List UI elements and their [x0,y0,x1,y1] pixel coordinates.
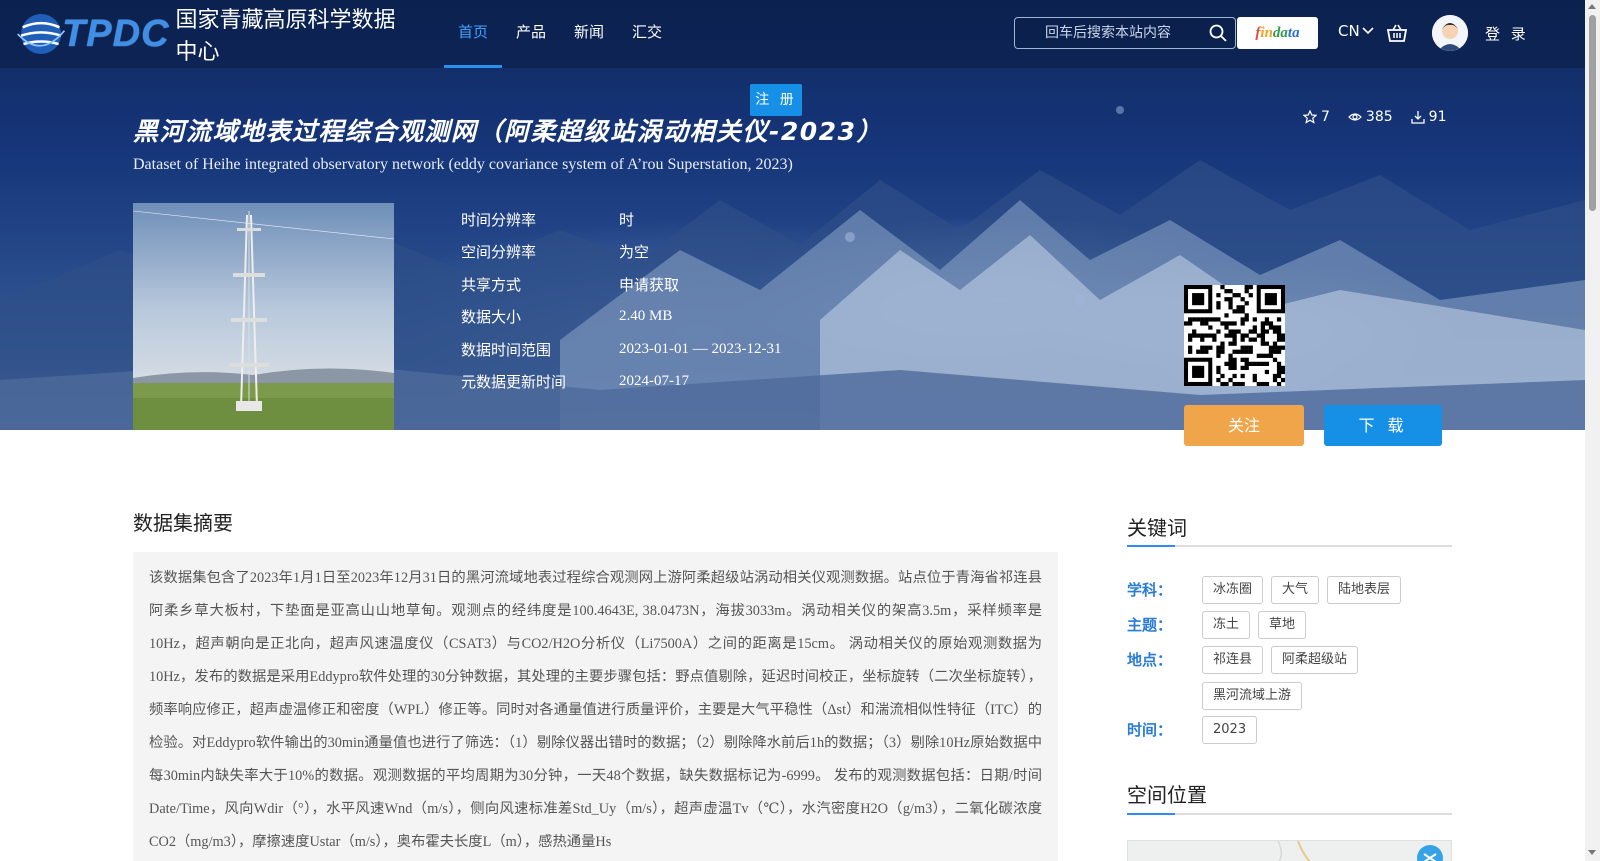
dataset-thumbnail-image [133,203,394,430]
downloads-stat: 91 [1411,109,1447,125]
keyword-group-label: 时间： [1127,721,1173,739]
vertical-scrollbar[interactable] [1585,0,1600,861]
site-logo[interactable]: TPDC 国家青藏高原科学数据中心 [16,4,396,65]
main-nav: 首页 产品 新闻 汇交 [444,0,676,68]
info-value: 申请获取 [619,277,680,294]
search-icon[interactable] [1209,24,1227,42]
keyword-group-label: 学科： [1127,581,1173,599]
info-value: 2023-01-01 — 2023-12-31 [619,340,782,357]
user-avatar-icon [1432,15,1468,51]
nav-news[interactable]: 新闻 [560,0,618,68]
nav-home[interactable]: 首页 [444,0,503,68]
spatial-map[interactable] [1127,840,1452,861]
globe-logo-icon [17,13,66,55]
search-box [1014,17,1236,49]
keyword-tag[interactable]: 祁连县 [1202,646,1264,674]
keyword-tag[interactable]: 阿柔超级站 [1271,646,1359,674]
views-stat: 385 [1348,109,1393,125]
findata-logo-part: ta [1287,25,1300,41]
chevron-down-icon [1362,27,1374,35]
keywords-title: 关键词 [1127,516,1187,540]
cart-icon[interactable] [1386,22,1408,44]
info-row: 元数据更新时间 2024-07-17 [461,366,781,399]
language-selector[interactable]: CN [1338,22,1374,40]
scroll-up-arrow-icon[interactable] [1588,4,1596,9]
keyword-group-discipline: 学科： 冰冻圈 大气 陆地表层 [1127,576,1452,604]
avatar[interactable] [1432,15,1468,51]
keyword-tags: 祁连县 阿柔超级站 黑河流域上游 [1202,646,1452,710]
keyword-tags: 2023 [1202,716,1452,744]
findata-button[interactable]: findata [1237,17,1318,49]
download-button[interactable]: 下 载 [1324,405,1442,446]
logo-chinese-name: 国家青藏高原科学数据中心 [175,8,396,65]
nav-submit[interactable]: 汇交 [618,0,676,68]
findata-logo-part: da [1272,25,1288,41]
dataset-info-table: 时间分辨率 时 空间分辨率 为空 共享方式 申请获取 数据大小 2.40 MB … [461,203,781,398]
abstract-text: 该数据集包含了2023年1月1日至2023年12月31日的黑河流域地表过程综合观… [149,570,1042,850]
info-value: 2024-07-17 [619,373,689,390]
findata-logo-part: in [1260,25,1273,41]
logo-tpdc-text: TPDC [62,12,170,55]
login-link[interactable]: 登 录 [1485,23,1529,44]
info-value: 2.40 MB [619,308,673,325]
tower-photo [133,203,394,430]
qr-code-icon [1184,285,1286,387]
info-row: 空间分辨率 为空 [461,236,781,269]
dataset-title-en: Dataset of Heihe integrated observatory … [133,156,793,173]
keyword-group-time: 时间： 2023 [1127,716,1452,744]
keyword-tag[interactable]: 陆地表层 [1327,576,1402,604]
keyword-tag[interactable]: 大气 [1271,576,1320,604]
keyword-group-label: 主题： [1127,616,1173,634]
info-row: 时间分辨率 时 [461,203,781,236]
star-icon [1303,110,1317,124]
info-row: 数据大小 2.40 MB [461,301,781,334]
eye-icon [1348,113,1362,121]
info-value: 时 [619,212,635,229]
keyword-group-place: 地点： 祁连县 阿柔超级站 黑河流域上游 [1127,646,1452,710]
info-label: 时间分辨率 [461,210,537,229]
keyword-tag[interactable]: 冰冻圈 [1202,576,1264,604]
follow-button[interactable]: 关注 [1184,405,1304,446]
keyword-tag[interactable]: 草地 [1258,611,1307,639]
keywords-divider [1127,545,1452,547]
keyword-tag[interactable]: 2023 [1202,716,1258,744]
views-count: 385 [1365,109,1393,125]
nav-products[interactable]: 产品 [502,0,560,68]
stars-count: 7 [1321,109,1330,125]
map-image [1277,841,1443,861]
keyword-group-theme: 主题： 冻土 草地 [1127,611,1452,639]
abstract-title: 数据集摘要 [133,511,233,535]
spatial-title: 空间位置 [1127,783,1207,807]
scroll-down-arrow-icon[interactable] [1588,850,1596,855]
dataset-title-cn: 黑河流域地表过程综合观测网（阿柔超级站涡动相关仪-2023） [133,117,883,146]
info-row: 数据时间范围 2023-01-01 — 2023-12-31 [461,333,781,366]
stars-stat[interactable]: 7 [1303,109,1330,125]
info-row: 共享方式 申请获取 [461,268,781,301]
keyword-tags: 冻土 草地 [1202,611,1452,639]
spatial-divider [1127,813,1452,815]
downloads-count: 91 [1428,109,1447,125]
info-value: 为空 [619,245,650,262]
keyword-tag[interactable]: 冻土 [1202,611,1251,639]
abstract-box: 该数据集包含了2023年1月1日至2023年12月31日的黑河流域地表过程综合观… [133,552,1058,861]
page: TPDC 国家青藏高原科学数据中心 首页 产品 新闻 汇交 findata CN [0,0,1600,861]
search-input[interactable] [1015,18,1205,48]
scrollbar-thumb[interactable] [1589,15,1596,211]
qr-code-image [1184,285,1286,387]
info-label: 共享方式 [461,275,522,294]
language-label: CN [1338,22,1360,40]
download-icon [1411,111,1425,124]
info-label: 元数据更新时间 [461,373,567,392]
info-label: 数据时间范围 [461,340,552,359]
info-label: 数据大小 [461,308,522,327]
dataset-stats: 7 385 91 [1303,109,1446,125]
top-navigation-bar: TPDC 国家青藏高原科学数据中心 首页 产品 新闻 汇交 findata CN [0,0,1585,68]
info-label: 空间分辨率 [461,243,537,262]
keyword-group-label: 地点： [1127,651,1173,669]
keyword-tags: 冰冻圈 大气 陆地表层 [1202,576,1452,604]
keyword-tag[interactable]: 黑河流域上游 [1202,682,1303,710]
